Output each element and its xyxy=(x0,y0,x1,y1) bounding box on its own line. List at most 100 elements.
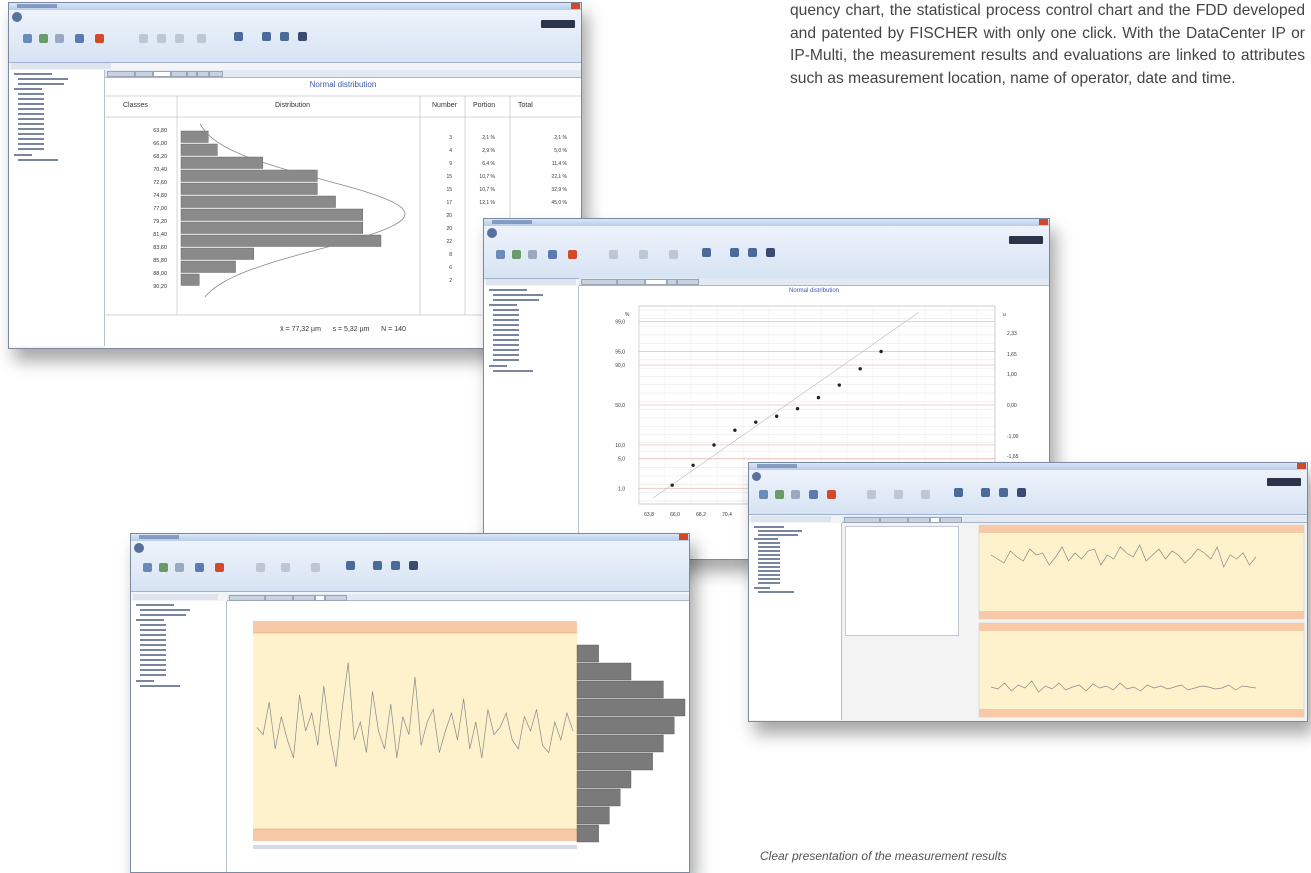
report-icon[interactable] xyxy=(75,34,84,43)
app-menu-icon[interactable] xyxy=(752,472,761,481)
spc-panel xyxy=(842,523,1307,721)
pdf-icon[interactable] xyxy=(827,490,836,499)
view-tabs[interactable] xyxy=(579,278,1049,286)
settings-icon[interactable] xyxy=(159,563,168,572)
transfer-icon[interactable] xyxy=(262,32,271,41)
spc-window xyxy=(748,462,1308,722)
zoom-icon[interactable] xyxy=(669,250,678,259)
window-titlebar[interactable] xyxy=(484,219,1049,226)
view-icon[interactable] xyxy=(175,34,184,43)
filter-bar[interactable] xyxy=(486,279,576,285)
pdf-icon[interactable] xyxy=(95,34,104,43)
transfer-icon-2[interactable] xyxy=(999,488,1008,497)
window-titlebar[interactable] xyxy=(9,3,581,10)
histogram-bar xyxy=(180,208,364,221)
logo xyxy=(541,20,575,28)
y-tick-label: 95,0 xyxy=(615,349,625,355)
measure-icon[interactable] xyxy=(234,32,243,41)
project-tree[interactable] xyxy=(131,601,227,872)
window-titlebar[interactable] xyxy=(131,534,689,541)
data-point xyxy=(733,428,737,432)
edit-icon[interactable] xyxy=(139,34,148,43)
project-tree[interactable] xyxy=(9,70,105,346)
calibrate-icon[interactable] xyxy=(766,248,775,257)
close-icon[interactable] xyxy=(1039,219,1048,225)
view-icon[interactable] xyxy=(281,563,290,572)
export-icon[interactable] xyxy=(791,490,800,499)
y2-tick-label: 1,00 xyxy=(1007,372,1017,378)
print-icon[interactable] xyxy=(496,250,505,259)
edit-icon[interactable] xyxy=(609,250,618,259)
print-icon[interactable] xyxy=(759,490,768,499)
x-tick-label: 63,8 xyxy=(644,512,654,518)
zoom-icon[interactable] xyxy=(197,34,206,43)
x-tick-label: 68,2 xyxy=(696,512,706,518)
class-label: 68,20 xyxy=(153,154,167,160)
portion-cell: 10,7 % xyxy=(479,187,495,193)
view-icon[interactable] xyxy=(639,250,648,259)
measure-icon[interactable] xyxy=(954,488,963,497)
close-icon[interactable] xyxy=(679,534,688,540)
ribbon-toolbar xyxy=(131,541,689,592)
view-tabs[interactable] xyxy=(105,70,581,78)
report-icon[interactable] xyxy=(195,563,204,572)
transfer-icon[interactable] xyxy=(730,248,739,257)
settings-icon[interactable] xyxy=(39,34,48,43)
measure-icon[interactable] xyxy=(346,561,355,570)
pdf-icon[interactable] xyxy=(215,563,224,572)
report-icon[interactable] xyxy=(809,490,818,499)
report-icon[interactable] xyxy=(548,250,557,259)
transfer-icon[interactable] xyxy=(981,488,990,497)
view-tabs[interactable] xyxy=(842,516,1307,523)
app-menu-icon[interactable] xyxy=(134,543,144,553)
total-cell: 32,9 % xyxy=(551,187,567,193)
edit-icon[interactable] xyxy=(867,490,876,499)
histogram-bar xyxy=(180,221,364,234)
calibrate-icon[interactable] xyxy=(1017,488,1026,497)
settings-icon[interactable] xyxy=(512,250,521,259)
histogram-bar xyxy=(180,273,200,286)
filter-bar[interactable] xyxy=(751,516,831,522)
data-point xyxy=(879,349,883,354)
settings-icon[interactable] xyxy=(775,490,784,499)
zoom-icon[interactable] xyxy=(921,490,930,499)
view-tabs[interactable] xyxy=(227,594,689,601)
zoom-icon[interactable] xyxy=(311,563,320,572)
app-menu-icon[interactable] xyxy=(12,12,22,22)
histogram-bar xyxy=(576,824,599,843)
export-icon[interactable] xyxy=(175,563,184,572)
print-icon[interactable] xyxy=(143,563,152,572)
edit-icon[interactable] xyxy=(256,563,265,572)
export-icon[interactable] xyxy=(55,34,64,43)
y-tick-label: 99,0 xyxy=(615,319,625,325)
filter-bar[interactable] xyxy=(11,63,111,69)
lower-limit-band xyxy=(253,829,577,841)
close-icon[interactable] xyxy=(571,3,580,9)
number-cell: 20 xyxy=(446,226,452,232)
histogram-bar xyxy=(576,680,664,699)
export-icon[interactable] xyxy=(528,250,537,259)
window-titlebar[interactable] xyxy=(749,463,1307,470)
histogram-bar xyxy=(180,247,254,260)
calibrate-icon[interactable] xyxy=(409,561,418,570)
view-icon[interactable] xyxy=(894,490,903,499)
measure-icon[interactable] xyxy=(702,248,711,257)
transfer-icon-2[interactable] xyxy=(748,248,757,257)
transfer-icon-2[interactable] xyxy=(280,32,289,41)
y-tick-label: 1,0 xyxy=(618,487,625,493)
calibrate-icon[interactable] xyxy=(298,32,307,41)
project-tree[interactable] xyxy=(749,523,842,720)
close-icon[interactable] xyxy=(1297,463,1306,469)
histogram-bar xyxy=(180,130,209,143)
pdf-icon[interactable] xyxy=(568,250,577,259)
transfer-icon[interactable] xyxy=(373,561,382,570)
chart-panel xyxy=(227,601,689,872)
transfer-icon-2[interactable] xyxy=(391,561,400,570)
histogram-bar xyxy=(576,752,653,771)
app-menu-icon[interactable] xyxy=(487,228,497,238)
filter-bar[interactable] xyxy=(133,594,218,600)
print-icon[interactable] xyxy=(23,34,32,43)
project-tree[interactable] xyxy=(484,286,579,557)
copy-icon[interactable] xyxy=(157,34,166,43)
y-axis-label: % xyxy=(625,312,630,318)
